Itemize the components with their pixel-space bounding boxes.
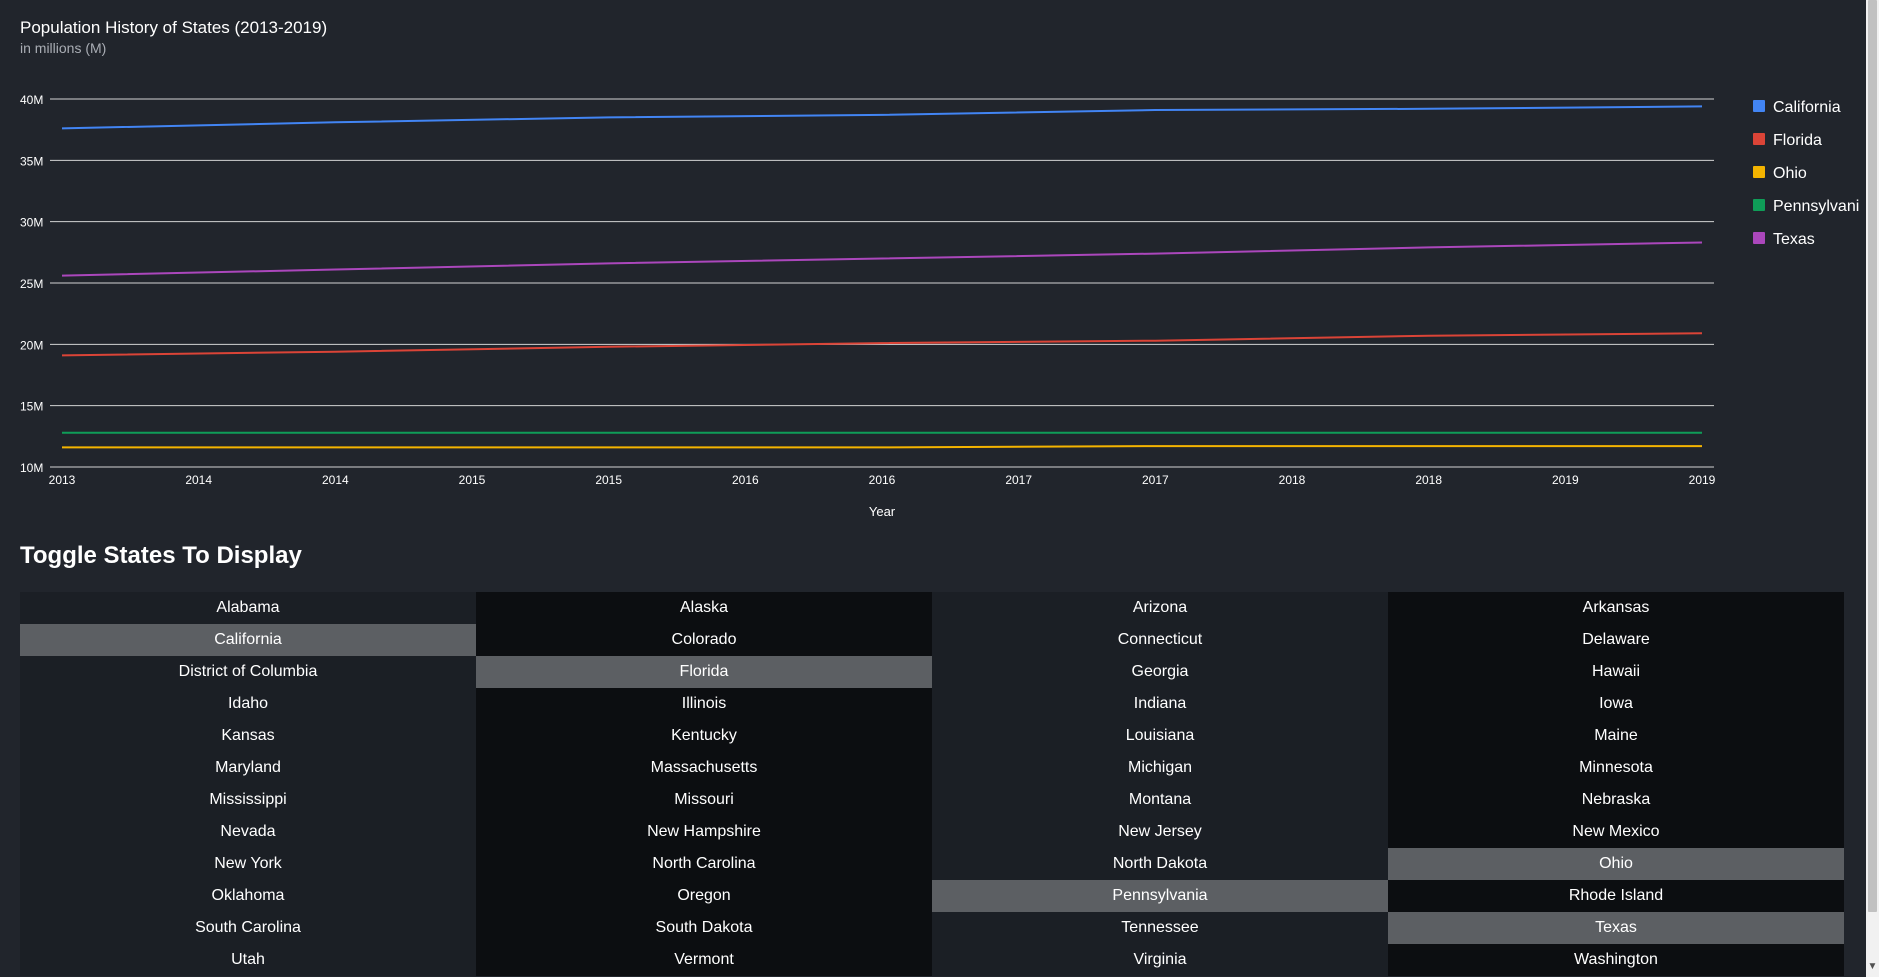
state-toggle-maryland[interactable]: Maryland — [20, 752, 476, 784]
state-toggle-kansas[interactable]: Kansas — [20, 720, 476, 752]
x-tick-label: 2019 — [1689, 473, 1716, 487]
state-toggle-hawaii[interactable]: Hawaii — [1388, 656, 1844, 688]
y-tick-label: 30M — [20, 216, 43, 230]
legend-swatch — [1753, 133, 1765, 145]
state-toggle-rhode-island[interactable]: Rhode Island — [1388, 880, 1844, 912]
state-toggle-arizona[interactable]: Arizona — [932, 592, 1388, 624]
legend-swatch — [1753, 232, 1765, 244]
state-toggle-florida[interactable]: Florida — [476, 656, 932, 688]
series-line-ohio — [62, 445, 1702, 449]
state-toggle-oklahoma[interactable]: Oklahoma — [20, 880, 476, 912]
state-toggle-idaho[interactable]: Idaho — [20, 688, 476, 720]
state-toggle-grid: Alabama Alaska Arizona Arkansas California Co… — [20, 592, 1844, 976]
vertical-scrollbar[interactable]: ▼ — [1866, 0, 1879, 977]
state-toggle-mississippi[interactable]: Mississippi — [20, 784, 476, 816]
scrollbar-thumb[interactable] — [1868, 0, 1877, 912]
state-toggle-new-york[interactable]: New York — [20, 848, 476, 880]
toggle-states-heading: Toggle States To Display — [20, 542, 302, 569]
state-toggle-nevada[interactable]: Nevada — [20, 816, 476, 848]
x-tick-label: 2016 — [732, 473, 759, 487]
legend-swatch — [1753, 166, 1765, 178]
x-tick-label: 2018 — [1279, 473, 1306, 487]
state-toggle-new-mexico[interactable]: New Mexico — [1388, 816, 1844, 848]
state-toggle-connecticut[interactable]: Connecticut — [932, 624, 1388, 656]
x-axis-label: Year — [869, 504, 896, 519]
legend-label: California — [1773, 99, 1841, 116]
x-tick-label: 2015 — [595, 473, 622, 487]
state-toggle-massachusetts[interactable]: Massachusetts — [476, 752, 932, 784]
state-toggle-colorado[interactable]: Colorado — [476, 624, 932, 656]
state-toggle-louisiana[interactable]: Louisiana — [932, 720, 1388, 752]
x-tick-label: 2019 — [1552, 473, 1579, 487]
x-tick-label: 2013 — [49, 473, 76, 487]
y-tick-label: 20M — [20, 338, 43, 352]
state-toggle-montana[interactable]: Montana — [932, 784, 1388, 816]
state-toggle-south-dakota[interactable]: South Dakota — [476, 912, 932, 944]
state-toggle-alabama[interactable]: Alabama — [20, 592, 476, 624]
state-toggle-delaware[interactable]: Delaware — [1388, 624, 1844, 656]
y-tick-label: 15M — [20, 400, 43, 414]
legend-label: Ohio — [1773, 165, 1807, 182]
state-toggle-new-jersey[interactable]: New Jersey — [932, 816, 1388, 848]
state-toggle-georgia[interactable]: Georgia — [932, 656, 1388, 688]
population-chart: Population History of States (2013-2019)… — [0, 0, 1866, 535]
legend-label: Florida — [1773, 132, 1822, 149]
page: Population History of States (2013-2019)… — [0, 0, 1879, 977]
line-chart-svg: 10M 15M 20M 25M 30M 35M 40M 2013 2014 2014 2015 201… — [20, 93, 1859, 519]
y-tick-label: 25M — [20, 277, 43, 291]
state-toggle-maine[interactable]: Maine — [1388, 720, 1844, 752]
state-toggle-michigan[interactable]: Michigan — [932, 752, 1388, 784]
x-tick-label: 2014 — [322, 473, 349, 487]
legend-swatch — [1753, 100, 1765, 112]
state-toggle-tennessee[interactable]: Tennessee — [932, 912, 1388, 944]
x-tick-label: 2014 — [185, 473, 212, 487]
state-toggle-kentucky[interactable]: Kentucky — [476, 720, 932, 752]
x-tick-label: 2018 — [1415, 473, 1442, 487]
series-line-texas — [61, 241, 1703, 277]
state-toggle-iowa[interactable]: Iowa — [1388, 688, 1844, 720]
state-toggle-nebraska[interactable]: Nebraska — [1388, 784, 1844, 816]
scroll-down-arrow-icon[interactable]: ▼ — [1867, 960, 1878, 974]
state-toggle-minnesota[interactable]: Minnesota — [1388, 752, 1844, 784]
state-toggle-pennsylvania[interactable]: Pennsylvania — [932, 880, 1388, 912]
state-toggle-oregon[interactable]: Oregon — [476, 880, 932, 912]
state-toggle-illinois[interactable]: Illinois — [476, 688, 932, 720]
x-tick-label: 2015 — [459, 473, 486, 487]
legend-label: Texas — [1773, 231, 1815, 248]
state-toggle-north-carolina[interactable]: North Carolina — [476, 848, 932, 880]
state-toggle-virginia[interactable]: Virginia — [932, 944, 1388, 976]
x-tick-label: 2017 — [1005, 473, 1032, 487]
state-toggle-north-dakota[interactable]: North Dakota — [932, 848, 1388, 880]
legend-swatch — [1753, 199, 1765, 211]
legend-label: Pennsylvani — [1773, 198, 1859, 215]
state-toggle-alaska[interactable]: Alaska — [476, 592, 932, 624]
y-tick-label: 35M — [20, 154, 43, 168]
state-toggle-utah[interactable]: Utah — [20, 944, 476, 976]
state-toggle-washington[interactable]: Washington — [1388, 944, 1844, 976]
state-toggle-district-of-columbia[interactable]: District of Columbia — [20, 656, 476, 688]
x-tick-label: 2016 — [869, 473, 896, 487]
y-tick-label: 10M — [20, 461, 43, 475]
series-line-california — [61, 105, 1703, 130]
state-toggle-texas[interactable]: Texas — [1388, 912, 1844, 944]
y-tick-label: 40M — [20, 93, 43, 107]
state-toggle-new-hampshire[interactable]: New Hampshire — [476, 816, 932, 848]
state-toggle-indiana[interactable]: Indiana — [932, 688, 1388, 720]
state-toggle-california[interactable]: California — [20, 624, 476, 656]
x-tick-label: 2017 — [1142, 473, 1169, 487]
state-toggle-vermont[interactable]: Vermont — [476, 944, 932, 976]
state-toggle-ohio[interactable]: Ohio — [1388, 848, 1844, 880]
state-toggle-south-carolina[interactable]: South Carolina — [20, 912, 476, 944]
state-toggle-missouri[interactable]: Missouri — [476, 784, 932, 816]
state-toggle-arkansas[interactable]: Arkansas — [1388, 592, 1844, 624]
